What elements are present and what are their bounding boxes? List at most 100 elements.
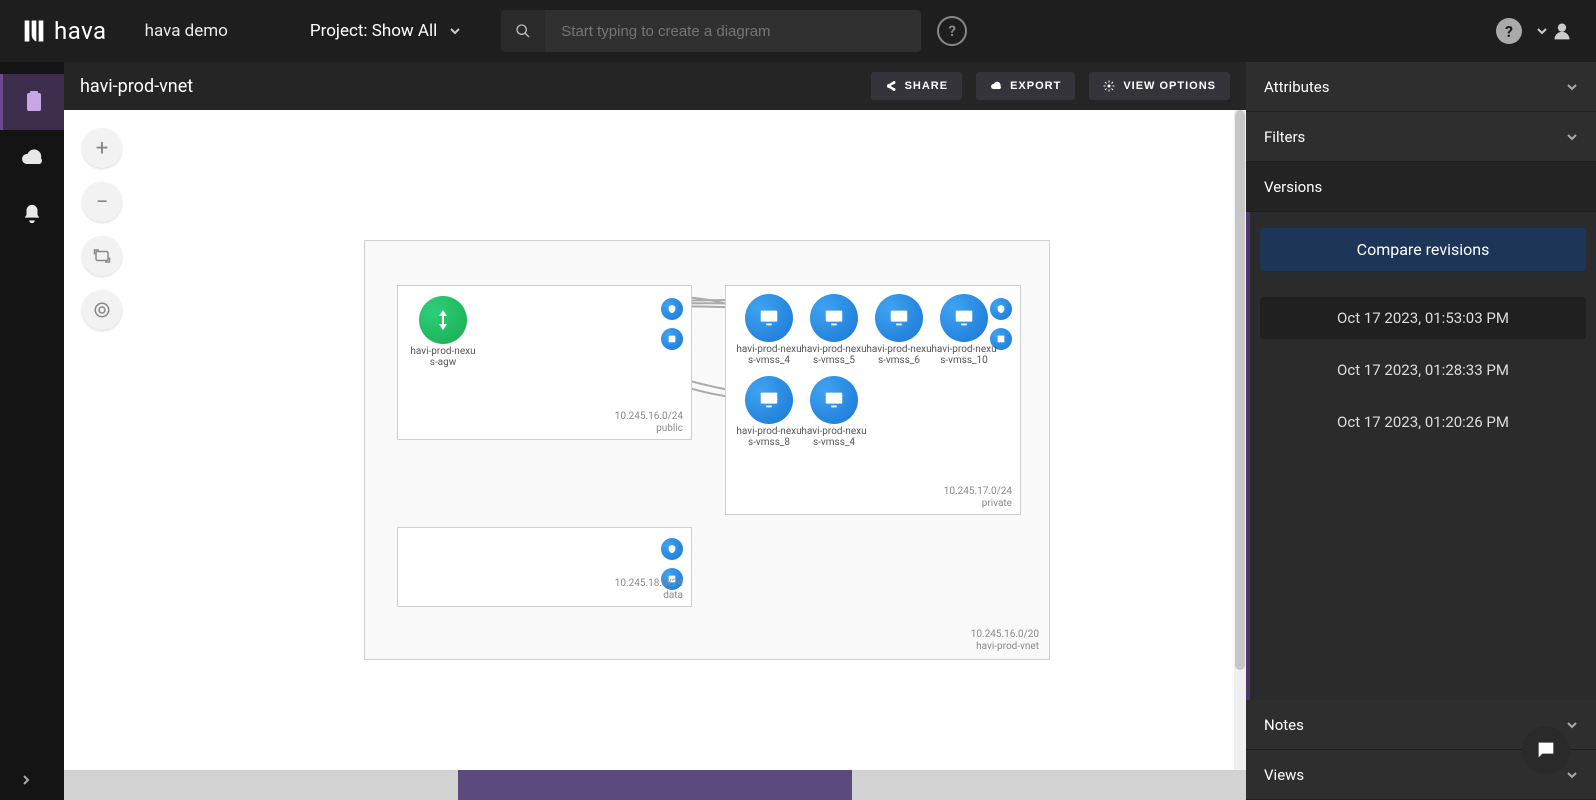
search-input[interactable] bbox=[545, 10, 921, 52]
vnet-cidr: 10.245.16.0/20 bbox=[971, 629, 1039, 641]
zoom-in-button[interactable]: + bbox=[82, 128, 122, 168]
action-buttons: Share Export View Options bbox=[871, 72, 1230, 100]
main: havi-prod-vnet Share Export View Options… bbox=[64, 62, 1246, 800]
subnet-public[interactable]: havi-prod-nexus-agw 10.245.16.0/24 publi… bbox=[397, 285, 692, 440]
compare-revisions-button[interactable]: Compare revisions bbox=[1260, 228, 1586, 271]
panel-attributes[interactable]: Attributes bbox=[1246, 62, 1596, 112]
search-button[interactable] bbox=[501, 10, 545, 52]
vm-icon bbox=[888, 307, 910, 329]
footer-seg-0[interactable] bbox=[64, 770, 458, 800]
view-options-button[interactable]: View Options bbox=[1089, 72, 1230, 100]
panel-notes-label: Notes bbox=[1264, 716, 1304, 734]
scroll-thumb[interactable] bbox=[1235, 110, 1245, 670]
export-button[interactable]: Export bbox=[976, 72, 1075, 100]
share-button[interactable]: Share bbox=[871, 72, 963, 100]
user-icon bbox=[1552, 21, 1572, 41]
hava-logo-icon bbox=[20, 17, 48, 45]
subnet-private-name: private bbox=[944, 498, 1012, 510]
subnet-data[interactable]: 10.245.18.0/24 data bbox=[397, 527, 692, 607]
diagram-canvas[interactable]: + − bbox=[64, 110, 1246, 770]
view-options-label: View Options bbox=[1123, 80, 1216, 92]
vnet-label: 10.245.16.0/20 havi-prod-vnet bbox=[971, 629, 1039, 653]
panel-versions[interactable]: Versions bbox=[1246, 162, 1596, 212]
search-help-icon[interactable]: ? bbox=[937, 16, 967, 46]
left-rail bbox=[0, 62, 64, 800]
diagram-title: havi-prod-vnet bbox=[80, 76, 193, 97]
nsg-icon[interactable] bbox=[661, 538, 683, 560]
route-table-icon[interactable] bbox=[661, 328, 683, 350]
node-vmss-2[interactable]: havi-prod-nexus-vmss_6 bbox=[864, 294, 934, 366]
export-label: Export bbox=[1010, 80, 1061, 92]
panel-filters-label: Filters bbox=[1264, 128, 1305, 146]
version-item-1[interactable]: Oct 17 2023, 01:28:33 PM bbox=[1260, 349, 1586, 391]
panel-attributes-label: Attributes bbox=[1264, 78, 1330, 96]
chat-icon bbox=[1535, 739, 1557, 761]
subnet-public-cidr: 10.245.16.0/24 bbox=[615, 411, 683, 423]
node-agw[interactable]: havi-prod-nexus-agw bbox=[408, 296, 478, 368]
version-item-2[interactable]: Oct 17 2023, 01:20:26 PM bbox=[1260, 401, 1586, 443]
rail-alerts[interactable] bbox=[0, 186, 64, 242]
vm-icon bbox=[823, 389, 845, 411]
version-item-0[interactable]: Oct 17 2023, 01:53:03 PM bbox=[1260, 297, 1586, 339]
subnet-public-label: 10.245.16.0/24 public bbox=[615, 411, 683, 435]
chevron-down-icon bbox=[1566, 81, 1578, 93]
rail-expand-toggle[interactable] bbox=[20, 771, 32, 790]
versions-body: Compare revisions Oct 17 2023, 01:53:03 … bbox=[1246, 212, 1596, 700]
footer-seg-1[interactable] bbox=[458, 770, 852, 800]
subnet-private-cidr: 10.245.17.0/24 bbox=[944, 486, 1012, 498]
zoom-controls: + − bbox=[82, 128, 122, 330]
zoom-out-button[interactable]: − bbox=[82, 182, 122, 222]
brand-text: hava bbox=[54, 17, 107, 45]
subnet-private-label: 10.245.17.0/24 private bbox=[944, 486, 1012, 510]
agw-label: havi-prod-nexus-agw bbox=[408, 346, 478, 368]
vmss-label: havi-prod-nexus-vmss_4 bbox=[734, 344, 804, 366]
vnet-name: havi-prod-vnet bbox=[971, 641, 1039, 653]
chevron-down-icon bbox=[1566, 769, 1578, 781]
nsg-icon[interactable] bbox=[661, 298, 683, 320]
vmss-label: havi-prod-nexus-vmss_6 bbox=[864, 344, 934, 366]
node-vmss-0[interactable]: havi-prod-nexus-vmss_4 bbox=[734, 294, 804, 366]
vmss-label: havi-prod-nexus-vmss_5 bbox=[799, 344, 869, 366]
chat-fab[interactable] bbox=[1522, 726, 1570, 774]
node-vmss-4[interactable]: havi-prod-nexus-vmss_8 bbox=[734, 376, 804, 448]
cloud-icon bbox=[20, 146, 44, 170]
chevron-down-icon bbox=[1566, 131, 1578, 143]
gear-icon bbox=[1103, 80, 1115, 92]
vmss-label: havi-prod-nexus-vmss_8 bbox=[734, 426, 804, 448]
vnet-container[interactable]: havi-prod-nexus-agw 10.245.16.0/24 publi… bbox=[364, 240, 1050, 660]
vmss-label: havi-prod-nexus-vmss_10 bbox=[929, 344, 999, 366]
rail-sources[interactable] bbox=[0, 130, 64, 186]
zoom-fit-button[interactable] bbox=[82, 236, 122, 276]
project-dropdown[interactable]: Project: Show All bbox=[298, 15, 473, 47]
rail-environments[interactable] bbox=[0, 74, 64, 130]
zoom-center-button[interactable] bbox=[82, 290, 122, 330]
chevron-right-icon bbox=[20, 774, 32, 786]
vm-icon bbox=[953, 307, 975, 329]
search-icon bbox=[515, 23, 531, 39]
node-vmss-1[interactable]: havi-prod-nexus-vmss_5 bbox=[799, 294, 869, 366]
project-label: Project: Show All bbox=[310, 21, 437, 41]
download-cloud-icon bbox=[990, 80, 1002, 92]
brand-logo[interactable]: hava bbox=[20, 17, 107, 45]
panel-filters[interactable]: Filters bbox=[1246, 112, 1596, 162]
panel-versions-label: Versions bbox=[1264, 178, 1322, 196]
subnet-private[interactable]: havi-prod-nexus-vmss_4 havi-prod-nexus-v… bbox=[725, 285, 1021, 515]
footer-seg-2[interactable] bbox=[852, 770, 1246, 800]
user-menu[interactable] bbox=[1536, 21, 1572, 41]
topbar: hava hava demo Project: Show All ? ? bbox=[0, 0, 1596, 62]
org-name[interactable]: hava demo bbox=[145, 21, 228, 41]
vm-icon bbox=[758, 389, 780, 411]
help-icon[interactable]: ? bbox=[1496, 18, 1522, 44]
vm-icon bbox=[823, 307, 845, 329]
subnet-public-name: public bbox=[615, 423, 683, 435]
node-vmss-3[interactable]: havi-prod-nexus-vmss_10 bbox=[929, 294, 999, 366]
subnet-data-name: data bbox=[615, 590, 683, 602]
canvas-scrollbar[interactable] bbox=[1234, 110, 1246, 770]
footer-bar bbox=[64, 770, 1246, 800]
topbar-right: ? bbox=[1496, 0, 1572, 62]
subnet-data-label: 10.245.18.0/24 data bbox=[615, 578, 683, 602]
chevron-down-icon bbox=[1536, 25, 1548, 37]
bell-icon bbox=[21, 203, 43, 225]
node-vmss-5[interactable]: havi-prod-nexus-vmss_4 bbox=[799, 376, 869, 448]
clipboard-icon bbox=[22, 90, 46, 114]
